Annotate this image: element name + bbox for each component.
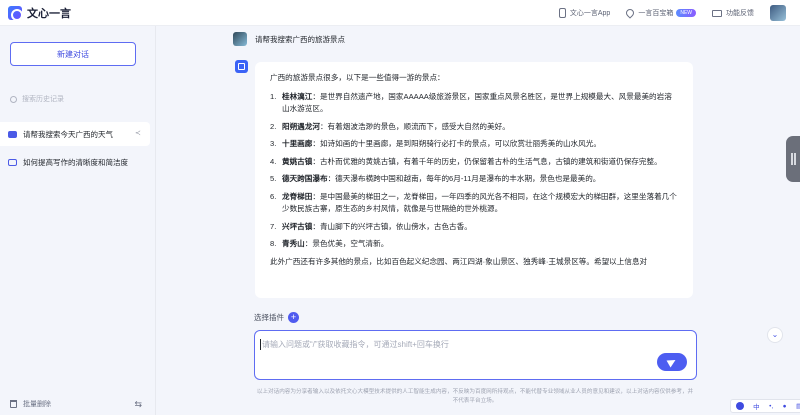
bot-avatar-icon [235, 60, 248, 73]
user-avatar-top[interactable] [770, 5, 786, 21]
app-logo[interactable]: 文心一言 [8, 5, 71, 21]
message-input[interactable]: 请输入问题或“/”获取收藏指令，可通过shift+回车换行 [254, 330, 697, 380]
app-download-link[interactable]: 文心一言App [558, 8, 611, 18]
chat-bubble-icon [8, 158, 17, 166]
mic-icon[interactable]: ● [783, 403, 787, 410]
share-icon[interactable]: ≺ [135, 130, 142, 137]
ime-punct[interactable]: •, [769, 403, 773, 410]
trash-icon [10, 400, 17, 408]
logo-icon [8, 5, 23, 21]
list-item: 4. 黄姚古镇：古朴而优雅的黄姚古镇，有着千年的历史，仍保留着古朴的生活气息，古镇… [270, 156, 662, 166]
chat-bubble-icon [8, 130, 17, 138]
conversation-item[interactable]: 如何提高写作的清晰度和简洁度 [0, 150, 150, 174]
plus-icon: + [288, 311, 299, 323]
attraction-list: 1. 桂林漓江：是世界自然遗产地，国家AAAAA级旅游景区，国家重点风景名胜区，是… [270, 91, 679, 251]
history-search-placeholder: 搜索历史记录 [22, 96, 64, 103]
list-item: 3. 十里画廊：如诗如画的十里画廊，是到阳朔骑行必打卡的景点，可以欣赏壮丽秀美的山… [270, 139, 601, 148]
new-badge: NEW [676, 9, 696, 17]
list-item: 1. 桂林漓江：是世界自然遗产地，国家AAAAA级旅游景区，国家重点风景名胜区，是… [270, 91, 672, 114]
batch-delete-button[interactable]: 批量删除 [23, 399, 51, 409]
ime-lang[interactable]: 中 [753, 401, 760, 411]
conversation-title: 如何提高写作的清晰度和简洁度 [23, 157, 128, 167]
user-message: 请帮我搜索广西的旅游景点 [255, 34, 345, 44]
list-item: 7. 兴坪古镇：青山脚下的兴坪古镇，依山傍水，古色古香。 [270, 221, 472, 231]
keyboard-icon[interactable]: ▤ [796, 402, 800, 410]
select-plugin-button[interactable]: 选择插件 + [254, 309, 299, 325]
sidebar-footer: 批量删除 ⇆ [0, 393, 156, 415]
feedback-link[interactable]: 功能反馈 [712, 8, 754, 18]
treasure-box-link[interactable]: 一言百宝箱 NEW [624, 7, 696, 19]
top-bar: 文心一言 文心一言App 一言百宝箱 NEW 功能反馈 [0, 0, 800, 26]
answer-outro: 此外广西还有许多其他的景点，比如百色起义纪念园、两江四湖·象山景区、独秀峰·王城… [270, 256, 648, 266]
sidebar: 新建对话 搜索历史记录 请帮我搜索今天广西的天气 ≺ 如何提高写作的清晰度和简洁… [0, 26, 156, 415]
conversation-item-active[interactable]: 请帮我搜索今天广西的天气 ≺ [0, 122, 150, 146]
scroll-down-button[interactable]: ⌄ [767, 327, 783, 343]
send-icon [666, 356, 678, 368]
disclaimer-text: 以上对话内容为分享者输入以及依托文心大模型技术提供的人工智能生成内容，不反映为百… [256, 389, 694, 404]
ime-logo-icon [735, 402, 744, 410]
location-icon [624, 7, 636, 19]
bot-answer: 广西的旅游景点很多，以下是一些值得一游的景点： 1. 桂林漓江：是世界自然遗产地，… [255, 62, 693, 298]
list-item: 6. 龙脊梯田：是中国最美的梯田之一，龙脊梯田，一年四季的风光各不相同，在这个规模… [270, 191, 677, 214]
select-plugin-label: 选择插件 [254, 312, 284, 322]
conversation-title: 请帮我搜索今天广西的天气 [23, 129, 113, 139]
top-actions: 文心一言App 一言百宝箱 NEW 功能反馈 [558, 0, 800, 26]
swap-icon[interactable]: ⇆ [134, 399, 142, 410]
app-title: 文心一言 [27, 7, 71, 20]
list-item: 8. 青秀山：景色优美，空气清新。 [270, 239, 389, 248]
phone-icon [558, 8, 566, 18]
mail-icon [712, 9, 722, 17]
feedback-label: 功能反馈 [726, 10, 754, 17]
list-item: 2. 阳朔遇龙河：有着烟波浩渺的景色，顺流而下，感受大自然的美好。 [270, 121, 510, 131]
message-input-placeholder: 请输入问题或“/”获取收藏指令，可通过shift+回车换行 [262, 340, 449, 349]
chat-main: 请帮我搜索广西的旅游景点 广西的旅游景点很多，以下是一些值得一游的景点： 1. 桂… [157, 26, 800, 415]
search-icon [10, 95, 17, 103]
app-download-label: 文心一言App [569, 10, 611, 17]
text-caret [260, 339, 261, 350]
send-button[interactable] [657, 353, 687, 371]
history-search-input[interactable]: 搜索历史记录 [10, 92, 146, 106]
user-avatar [233, 32, 247, 46]
ime-toolbar[interactable]: 中 •, ● ▤ [730, 399, 800, 413]
user-message-row: 请帮我搜索广西的旅游景点 [233, 30, 345, 48]
treasure-box-label: 一言百宝箱 [638, 10, 674, 17]
side-drawer-handle[interactable] [786, 136, 800, 182]
new-chat-button[interactable]: 新建对话 [10, 42, 136, 66]
answer-intro: 广西的旅游景点很多，以下是一些值得一游的景点： [270, 73, 445, 82]
list-item: 5. 德天跨国瀑布：德天瀑布横跨中国和越南，每年的6月-11月是瀑布的丰水期，景色… [270, 174, 601, 183]
